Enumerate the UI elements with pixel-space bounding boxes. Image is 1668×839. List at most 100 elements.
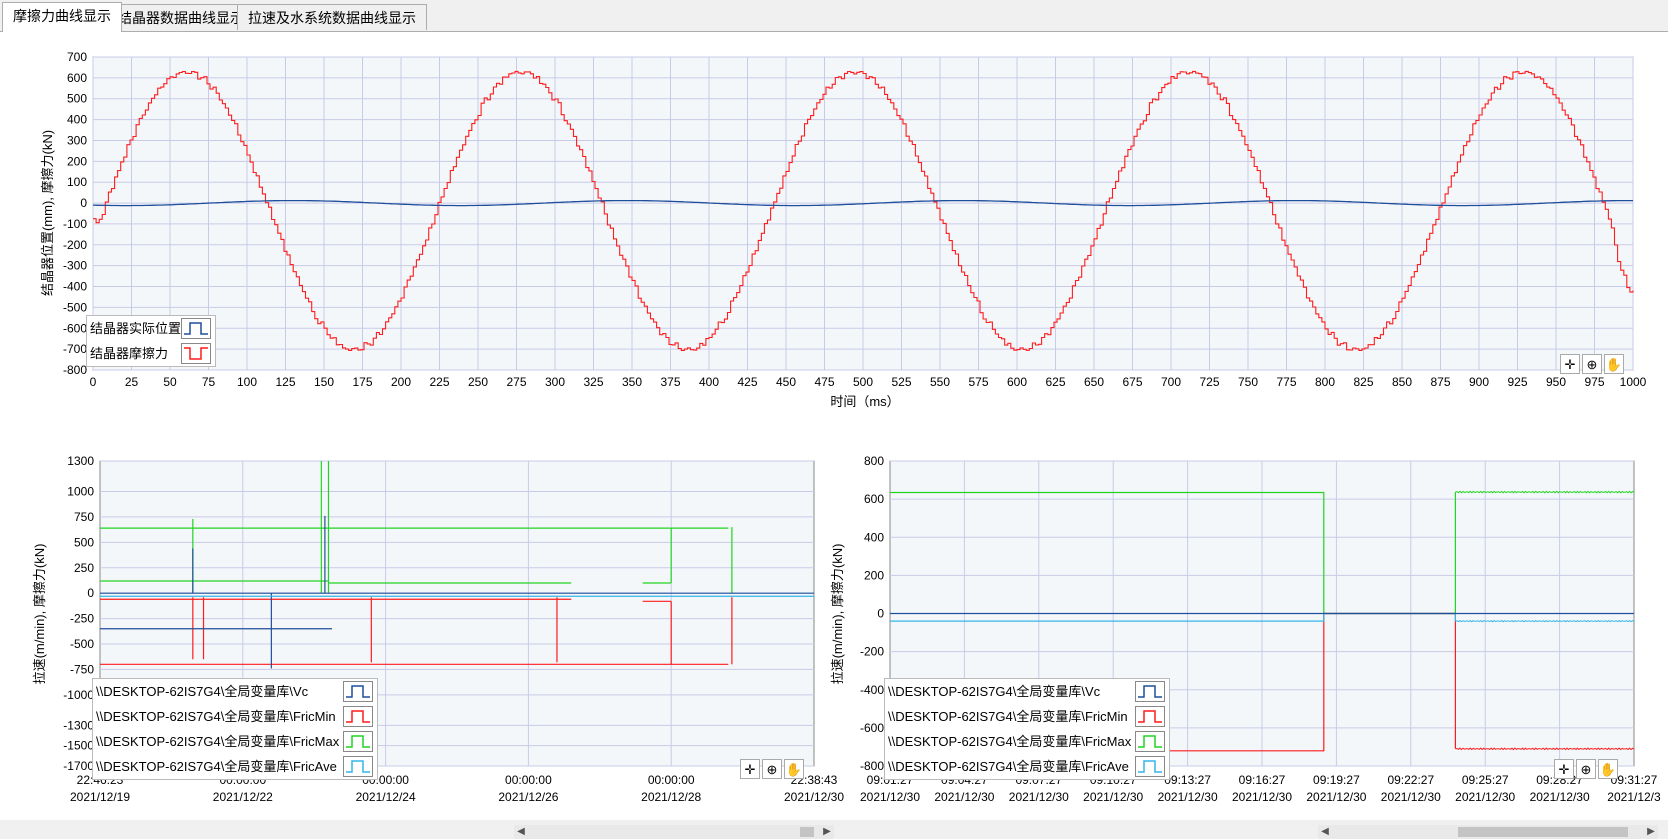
legend-swatch-icon[interactable] xyxy=(1135,756,1165,777)
legend-item[interactable]: \\DESKTOP-62IS7G4\全局变量库\FricMin xyxy=(885,704,1169,729)
y-tick-label: 100 xyxy=(67,175,87,189)
y-tick-label: 200 xyxy=(67,154,87,168)
x-tick-label: 25 xyxy=(125,375,139,389)
friction-chart-toolbar: ✛ ⊕ ✋ xyxy=(1560,354,1624,374)
x-tick-label: 825 xyxy=(1353,375,1373,389)
legend-item[interactable]: \\DESKTOP-62IS7G4\全局变量库\Vc xyxy=(93,679,377,704)
y-axis-title: 拉速(m/min), 摩擦力(kN) xyxy=(830,544,845,685)
recent-chart-scrollbar[interactable]: ◀ ▶ xyxy=(1318,825,1658,839)
legend-item-friction[interactable]: 结晶器摩擦力 xyxy=(87,341,215,366)
x-tick-label: 300 xyxy=(545,375,565,389)
x-tick-date: 2021/12/30 xyxy=(1530,790,1590,804)
legend-item[interactable]: \\DESKTOP-62IS7G4\全局变量库\FricMax xyxy=(93,729,377,754)
x-tick-label: 625 xyxy=(1045,375,1065,389)
y-tick-label: 400 xyxy=(67,113,87,127)
x-tick-label: 450 xyxy=(776,375,796,389)
y-tick-label: 0 xyxy=(877,607,884,621)
legend-swatch-icon[interactable] xyxy=(1135,731,1165,752)
legend-item-position[interactable]: 结晶器实际位置 xyxy=(87,316,215,341)
x-tick-date: 2021/12/24 xyxy=(356,790,416,804)
friction-chart-plot[interactable]: 7006005004003002001000-100-200-300-400-5… xyxy=(0,32,1668,412)
recent-chart: 800 600 400 200 0 -200 -400 -600 -800 09:01:27 20… xyxy=(830,420,1668,839)
scroll-left-arrow-icon[interactable]: ◀ xyxy=(514,825,528,839)
legend-swatch-icon[interactable] xyxy=(1135,681,1165,702)
y-tick-label: -400 xyxy=(860,683,884,697)
x-tick-date: 2021/12/26 xyxy=(498,790,558,804)
y-tick-label: -800 xyxy=(860,759,884,773)
y-tick-label: 600 xyxy=(864,492,884,506)
scroll-left-arrow-icon[interactable]: ◀ xyxy=(1318,825,1332,839)
x-tick-label: 900 xyxy=(1469,375,1489,389)
legend-swatch-icon[interactable] xyxy=(181,343,211,364)
legend-item[interactable]: \\DESKTOP-62IS7G4\全局变量库\FricMax xyxy=(885,729,1169,754)
recent-chart-legend: \\DESKTOP-62IS7G4\全局变量库\Vc \\DESKTOP-62IS… xyxy=(884,678,1170,780)
y-tick-label: 700 xyxy=(67,50,87,64)
history-chart-legend: \\DESKTOP-62IS7G4\全局变量库\Vc \\DESKTOP-62IS… xyxy=(92,678,378,780)
y-tick-label: 500 xyxy=(67,92,87,106)
tab-mold-data-curve[interactable]: 结晶器数据曲线显示 xyxy=(107,4,255,30)
x-tick-label: 850 xyxy=(1392,375,1412,389)
zoom-tool-icon[interactable]: ⊕ xyxy=(1582,354,1602,374)
x-tick-label: 200 xyxy=(391,375,411,389)
x-tick-date: 2021/12/3 xyxy=(1607,790,1661,804)
zoom-tool-icon[interactable]: ⊕ xyxy=(1576,759,1596,779)
y-axis-ticks: 800 600 400 200 0 -200 -400 -600 -800 xyxy=(860,454,884,773)
cursor-tool-icon[interactable]: ✛ xyxy=(740,759,760,779)
x-tick-date: 2021/12/22 xyxy=(213,790,273,804)
y-tick-label: 1300 xyxy=(67,454,94,468)
cursor-tool-icon[interactable]: ✛ xyxy=(1554,759,1574,779)
tab-speed-water-curve[interactable]: 拉速及水系统数据曲线显示 xyxy=(237,4,427,30)
y-tick-label: 300 xyxy=(67,133,87,147)
y-tick-label: 500 xyxy=(74,535,94,549)
x-tick-date: 2021/12/30 xyxy=(1158,790,1218,804)
y-tick-label: 400 xyxy=(864,530,884,544)
y-tick-label: -200 xyxy=(63,238,87,252)
legend-item[interactable]: \\DESKTOP-62IS7G4\全局变量库\Vc xyxy=(885,679,1169,704)
y-tick-label: -1500 xyxy=(63,739,94,753)
legend-item[interactable]: \\DESKTOP-62IS7G4\全局变量库\FricAve xyxy=(93,754,377,779)
legend-swatch-icon[interactable] xyxy=(343,756,373,777)
legend-item[interactable]: \\DESKTOP-62IS7G4\全局变量库\FricMin xyxy=(93,704,377,729)
pan-hand-icon[interactable]: ✋ xyxy=(784,759,804,779)
x-tick-label: 550 xyxy=(930,375,950,389)
x-tick-date: 2021/12/30 xyxy=(1232,790,1292,804)
y-tick-label: 800 xyxy=(864,454,884,468)
legend-swatch-icon[interactable] xyxy=(343,706,373,727)
zoom-tool-icon[interactable]: ⊕ xyxy=(762,759,782,779)
scroll-right-arrow-icon[interactable]: ▶ xyxy=(1644,825,1658,839)
y-tick-label: -1300 xyxy=(63,718,94,732)
y-tick-label: -750 xyxy=(70,662,94,676)
pan-hand-icon[interactable]: ✋ xyxy=(1598,759,1618,779)
x-axis-ticks: 0 25 50 75 100 125 150 175 200 225 250 275 300 325 350… xyxy=(90,375,1647,389)
pan-hand-icon[interactable]: ✋ xyxy=(1604,354,1624,374)
x-tick-label: 925 xyxy=(1507,375,1527,389)
tab-friction-curve[interactable]: 摩擦力曲线显示 xyxy=(2,2,122,32)
x-tick-date: 2021/12/30 xyxy=(934,790,994,804)
x-tick-label: 0 xyxy=(90,375,97,389)
legend-item[interactable]: \\DESKTOP-62IS7G4\全局变量库\FricAve xyxy=(885,754,1169,779)
y-tick-label: -250 xyxy=(70,612,94,626)
scroll-thumb[interactable] xyxy=(1458,827,1628,837)
cursor-tool-icon[interactable]: ✛ xyxy=(1560,354,1580,374)
y-axis-ticks: 700 600 500 400 300 200 100 0 -100 -200 -300 -400 -5… xyxy=(63,50,87,377)
tab-bar: 摩擦力曲线显示 结晶器数据曲线显示 拉速及水系统数据曲线显示 xyxy=(0,0,1668,32)
x-tick-label: 50 xyxy=(163,375,177,389)
legend-swatch-icon[interactable] xyxy=(181,318,211,339)
y-axis-title: 拉速(m/min), 摩擦力(kN) xyxy=(32,544,47,685)
x-tick-label: 225 xyxy=(429,375,449,389)
scroll-thumb[interactable] xyxy=(800,827,814,837)
history-chart-scrollbar[interactable]: ◀ ▶ xyxy=(514,825,834,839)
x-tick-label: 150 xyxy=(314,375,334,389)
legend-swatch-icon[interactable] xyxy=(1135,706,1165,727)
x-tick-date: 2021/12/30 xyxy=(860,790,920,804)
legend-label: 结晶器摩擦力 xyxy=(90,346,169,361)
x-tick-label: 500 xyxy=(853,375,873,389)
y-tick-label: -500 xyxy=(63,300,87,314)
y-tick-label: -300 xyxy=(63,259,87,273)
x-tick-date: 2021/12/19 xyxy=(70,790,130,804)
legend-swatch-icon[interactable] xyxy=(343,681,373,702)
scroll-right-arrow-icon[interactable]: ▶ xyxy=(820,825,834,839)
y-tick-label: -1700 xyxy=(63,759,94,773)
tab-panel: 700 600 500 400 300 200 100 0 -100 -200 -300 -400 -5… xyxy=(0,31,1668,839)
legend-swatch-icon[interactable] xyxy=(343,731,373,752)
